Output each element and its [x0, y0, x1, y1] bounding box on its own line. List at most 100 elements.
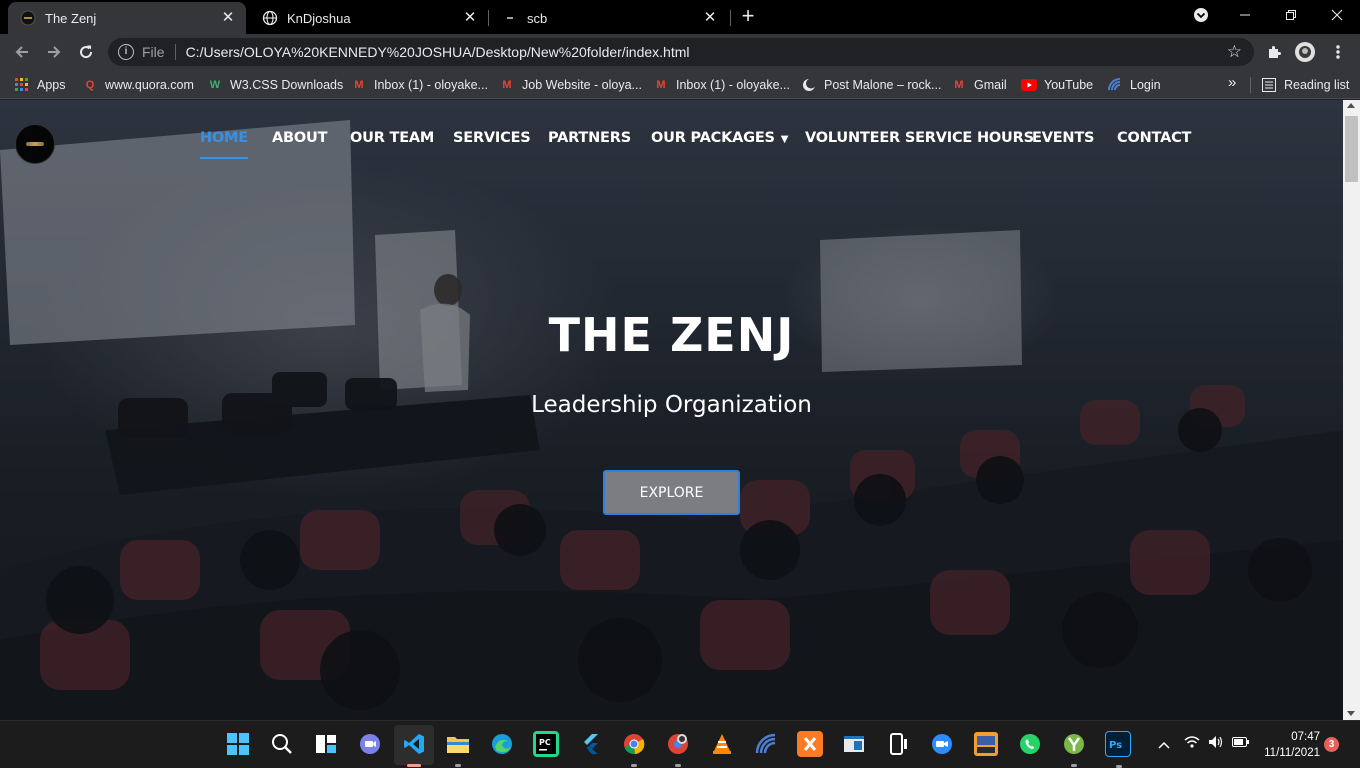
site-logo-favicon-icon [20, 10, 36, 26]
more-vertical-icon [1336, 45, 1340, 59]
notification-badge[interactable]: 3 [1324, 737, 1339, 752]
tab-scb[interactable]: scb ✕ [490, 2, 728, 34]
bookmarks-bar: Apps Q www.quora.com W W3.CSS Downloads … [0, 70, 1360, 99]
quora-icon: Q [85, 79, 95, 91]
phone-link-icon[interactable] [885, 731, 911, 757]
windows-start-icon[interactable] [225, 731, 251, 757]
scroll-up-icon[interactable] [1347, 103, 1355, 108]
svg-text:PC: PC [539, 738, 551, 747]
nav-our-team[interactable]: OUR TEAM [350, 130, 434, 146]
photoshop-icon[interactable]: Ps [1105, 731, 1131, 768]
bookmark-label: Gmail [974, 78, 1007, 92]
moon-icon [801, 77, 817, 93]
page-scrollbar[interactable] [1343, 100, 1360, 720]
back-button[interactable] [10, 40, 34, 64]
hero-subtitle: Leadership Organization [531, 392, 812, 418]
bookmark-post-malone[interactable]: Post Malone – rock... [801, 75, 941, 95]
bookmark-apps[interactable]: Apps [14, 75, 66, 95]
whatsapp-icon[interactable] [1017, 731, 1043, 757]
wifi-app-icon[interactable] [753, 731, 779, 757]
reading-list-button[interactable]: Reading list [1261, 75, 1349, 95]
pycharm-icon[interactable]: PC [533, 731, 559, 757]
bookmark-quora[interactable]: Q www.quora.com [82, 75, 194, 95]
file-explorer-icon[interactable] [445, 731, 471, 767]
address-bar[interactable]: i File C:/Users/OLOYA%20KENNEDY%20JOSHUA… [108, 38, 1254, 66]
bookmark-label: Job Website - oloya... [522, 78, 642, 92]
minimize-button[interactable] [1222, 0, 1268, 30]
more-bookmarks-icon[interactable]: » [1228, 74, 1236, 91]
nav-about[interactable]: ABOUT [272, 130, 327, 146]
flutter-icon[interactable] [577, 731, 603, 757]
tab-the-zenj[interactable]: The Zenj ✕ [8, 2, 246, 34]
forward-button[interactable] [42, 40, 66, 64]
profile-avatar[interactable] [1293, 40, 1317, 64]
bookmark-login[interactable]: Login [1107, 75, 1161, 95]
tab-kndjoshua[interactable]: KnDjoshua ✕ [250, 2, 488, 34]
info-icon[interactable]: i [118, 44, 134, 60]
close-tab-icon[interactable]: ✕ [462, 10, 478, 26]
tab-search-button[interactable] [1178, 0, 1224, 30]
wifi-icon[interactable] [1184, 735, 1200, 752]
apps-grid-icon [14, 77, 30, 93]
chrome-profile-icon[interactable] [665, 731, 691, 767]
tab-strip: The Zenj ✕ KnDjoshua ✕ scb ✕ + [0, 0, 1360, 34]
bookmark-job-website[interactable]: M Job Website - oloya... [499, 75, 642, 95]
xampp-icon[interactable] [797, 731, 823, 757]
close-tab-icon[interactable]: ✕ [220, 10, 236, 26]
bookmark-inbox-1[interactable]: M Inbox (1) - oloyake... [351, 75, 488, 95]
arrow-left-icon [15, 46, 28, 58]
browser-menu-button[interactable] [1326, 40, 1350, 64]
battery-icon[interactable] [1232, 735, 1250, 751]
scroll-down-icon[interactable] [1347, 711, 1355, 716]
edge-icon[interactable] [489, 731, 515, 757]
page-favicon-icon [502, 10, 518, 26]
nav-our-packages[interactable]: OUR PACKAGES ▼ [651, 130, 788, 146]
clock[interactable]: 07:47 11/11/2021 [1258, 729, 1320, 761]
nav-home[interactable]: HOME [200, 130, 248, 159]
restore-button[interactable] [1268, 0, 1314, 30]
volume-icon[interactable] [1208, 735, 1224, 752]
nav-volunteer-service-hours[interactable]: VOLUNTEER SERVICE HOURS [805, 130, 1034, 146]
zoom-icon[interactable] [929, 731, 955, 757]
reload-button[interactable] [74, 40, 98, 64]
nav-contact[interactable]: CONTACT [1117, 130, 1191, 146]
close-tab-icon[interactable]: ✕ [702, 10, 718, 26]
new-tab-button[interactable]: + [737, 5, 759, 28]
chevron-down-circle-icon [1194, 8, 1208, 22]
scrollbar-thumb[interactable] [1345, 116, 1358, 182]
gmail-icon: M [502, 79, 512, 91]
bookmark-youtube[interactable]: YouTube [1021, 75, 1093, 95]
tab-title: The Zenj [45, 10, 97, 26]
tab-separator [488, 10, 489, 26]
bookmark-star-icon[interactable]: ☆ [1227, 42, 1242, 62]
site-logo[interactable] [15, 124, 55, 164]
nav-events[interactable]: EVENTS [1032, 130, 1095, 146]
reload-icon [80, 45, 93, 59]
vlc-icon[interactable] [709, 731, 735, 757]
chevron-down-icon: ▼ [780, 134, 789, 145]
hero-section: HOME ABOUT OUR TEAM SERVICES PARTNERS OU… [0, 100, 1343, 720]
typing-practice-icon[interactable] [973, 731, 999, 757]
address-url[interactable]: C:/Users/OLOYA%20KENNEDY%20JOSHUA/Deskto… [186, 44, 690, 60]
task-view-icon[interactable] [313, 731, 339, 757]
extensions-button[interactable] [1262, 40, 1286, 64]
chevron-up-icon[interactable] [1158, 737, 1170, 753]
nav-partners[interactable]: PARTNERS [548, 130, 631, 146]
close-window-button[interactable] [1314, 0, 1360, 30]
chrome-icon[interactable] [621, 731, 647, 767]
bookmark-label: W3.CSS Downloads [230, 78, 344, 92]
clock-time: 07:47 [1291, 731, 1320, 743]
vscode-icon[interactable] [401, 731, 427, 767]
bookmark-label: YouTube [1044, 78, 1094, 92]
nav-services[interactable]: SERVICES [453, 130, 531, 146]
explore-button[interactable]: EXPLORE [603, 470, 740, 515]
search-icon[interactable] [269, 731, 295, 757]
bookmark-inbox-2[interactable]: M Inbox (1) - oloyake... [653, 75, 790, 95]
minimize-icon [1240, 14, 1250, 16]
bookmark-gmail[interactable]: M Gmail [951, 75, 1007, 95]
app-window-icon[interactable] [841, 731, 867, 757]
app-y-icon[interactable] [1061, 731, 1087, 767]
hero-title: THE ZENJ [548, 308, 795, 362]
teams-chat-icon[interactable] [357, 731, 383, 757]
bookmark-w3css[interactable]: W W3.CSS Downloads [207, 75, 343, 95]
